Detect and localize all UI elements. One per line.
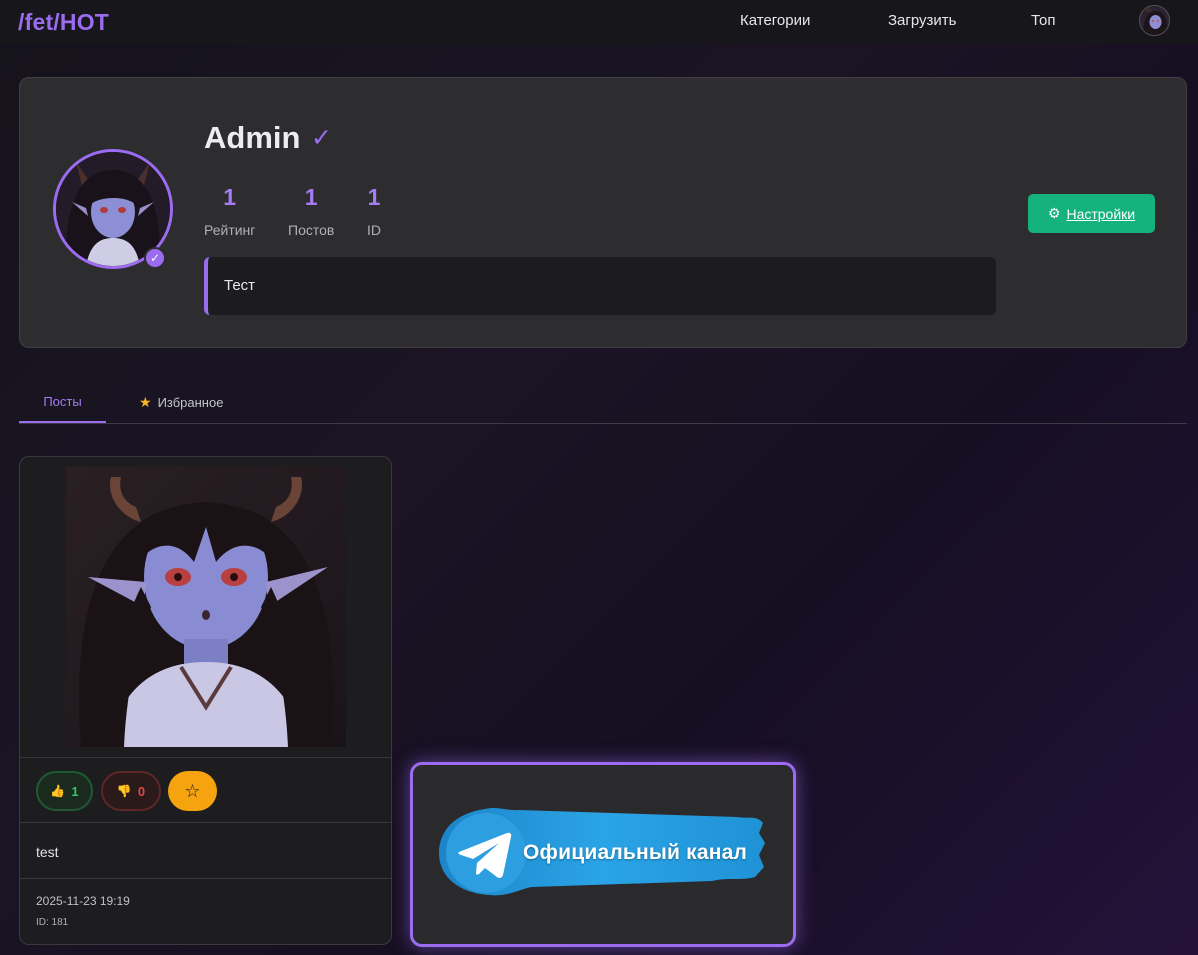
profile-username: Admin	[204, 120, 301, 155]
star-outline-icon: ☆	[184, 780, 201, 801]
verified-check-icon: ✓	[311, 124, 332, 152]
nav-categories[interactable]: Категории	[740, 12, 810, 29]
like-count: 1	[71, 783, 79, 799]
like-button[interactable]: 👍 1	[36, 771, 93, 811]
post-title: test	[36, 844, 59, 860]
profile-card: ✓ Admin ✓ 1 Рейтинг 1 Постов 1 ID Тест ⚙…	[19, 77, 1187, 348]
tab-posts[interactable]: Посты	[19, 382, 106, 423]
settings-button[interactable]: ⚙ Настройки	[1028, 194, 1155, 233]
stat-id: 1 ID	[367, 184, 381, 238]
tab-favorites[interactable]: ★ Избранное	[139, 382, 223, 423]
stat-posts: 1 Постов	[288, 184, 334, 238]
star-icon: ★	[139, 394, 152, 410]
gear-icon: ⚙	[1047, 205, 1061, 221]
nav-upload[interactable]: Загрузить	[888, 12, 957, 29]
post-meta: 2025-11-23 19:19 ID: 181	[20, 878, 391, 944]
stat-rating-value: 1	[223, 184, 237, 210]
dislike-button[interactable]: 👎 0	[101, 771, 161, 811]
stat-rating-label: Рейтинг	[204, 222, 256, 238]
post-image[interactable]	[66, 467, 346, 747]
nav-top[interactable]: Топ	[1031, 12, 1055, 29]
stat-id-value: 1	[367, 184, 381, 210]
top-navigation-bar: /fet/HOT Категории Загрузить Топ	[0, 0, 1198, 44]
thumbs-up-icon: 👍	[50, 784, 66, 798]
tab-posts-label: Посты	[43, 394, 82, 409]
post-card[interactable]: 👍 1 👎 0 ☆ test 2025-11-23 19:19 ID: 181	[19, 456, 392, 945]
user-avatar-menu[interactable]	[1139, 5, 1170, 36]
stat-rating: 1 Рейтинг	[204, 184, 255, 238]
post-actions: 👍 1 👎 0 ☆	[20, 757, 391, 823]
telegram-channel-promo[interactable]: Официальный канал	[410, 762, 796, 947]
thumbs-down-icon: 👎	[116, 784, 132, 798]
stat-posts-value: 1	[304, 184, 318, 210]
tab-favorites-label: Избранное	[157, 395, 224, 410]
verified-badge-icon: ✓	[144, 247, 166, 269]
stat-posts-label: Постов	[288, 222, 335, 238]
post-id: ID: 181	[36, 917, 69, 928]
site-logo[interactable]: /fet/HOT	[18, 9, 109, 36]
stat-id-label: ID	[367, 222, 381, 238]
dislike-count: 0	[137, 783, 146, 799]
settings-label: Настройки	[1066, 205, 1136, 222]
profile-bio: Тест	[204, 257, 996, 315]
profile-tabs: Посты ★ Избранное	[19, 382, 1187, 424]
post-date: 2025-11-23 19:19	[36, 894, 130, 908]
favorite-button[interactable]: ☆	[168, 771, 217, 811]
promo-text: Официальный канал	[523, 841, 748, 864]
